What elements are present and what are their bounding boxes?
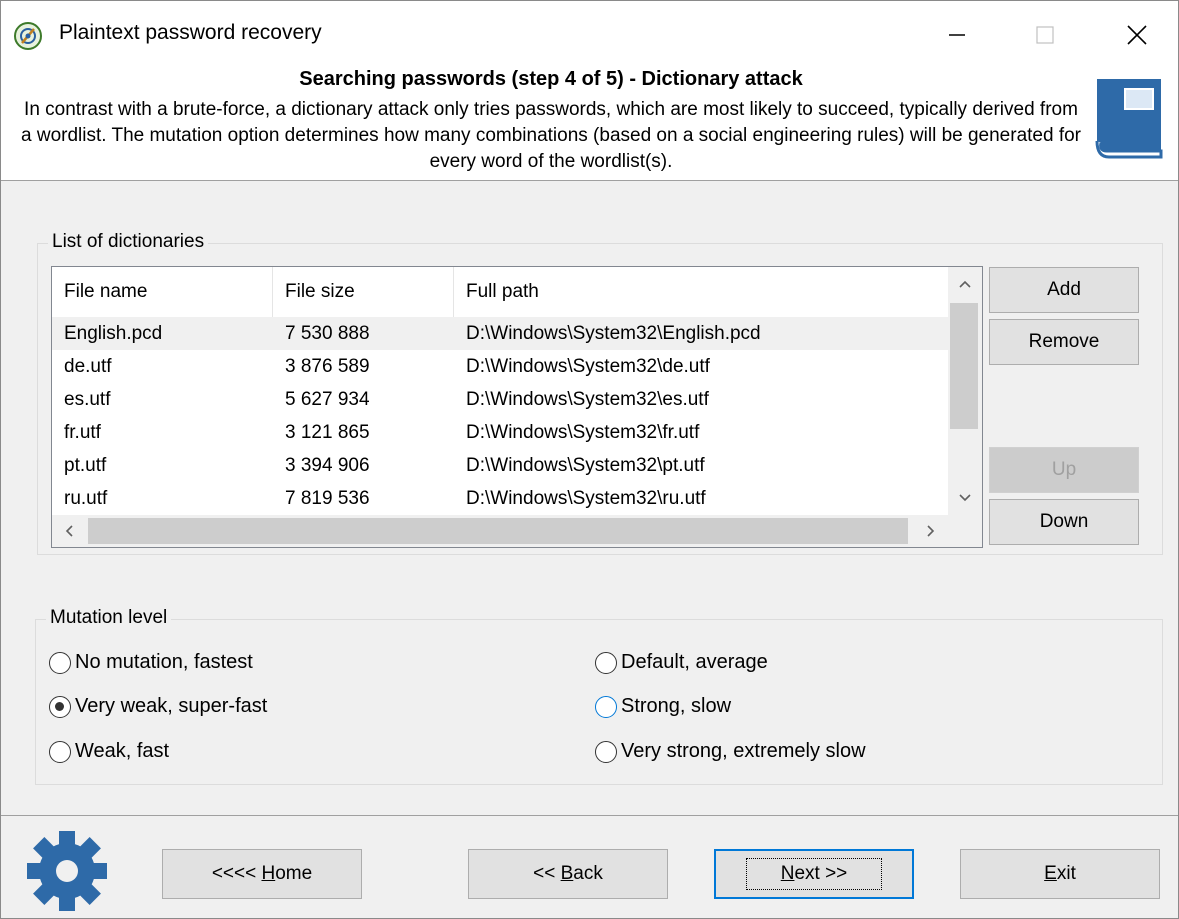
scroll-up-arrow-icon[interactable] <box>948 267 982 301</box>
cell-file-name: ru.utf <box>64 488 108 509</box>
close-icon <box>1127 25 1147 45</box>
minimize-button[interactable] <box>929 9 985 61</box>
table-row[interactable]: es.utf 5 627 934 D:\Windows\System32\es.… <box>52 383 948 416</box>
cell-file-name: pt.utf <box>64 455 107 476</box>
cell-full-path: D:\Windows\System32\English.pcd <box>466 323 761 344</box>
minimize-icon <box>949 34 965 36</box>
table-row[interactable]: ru.utf 7 819 536 D:\Windows\System32\ru.… <box>52 482 948 515</box>
radio-button-checked-icon <box>49 695 71 718</box>
radio-very-strong[interactable]: Very strong, extremely slow <box>595 740 866 763</box>
step-header: Searching passwords (step 4 of 5) - Dict… <box>1 61 1178 181</box>
cell-full-path: D:\Windows\System32\fr.utf <box>466 422 700 443</box>
cell-file-name: fr.utf <box>64 422 101 443</box>
exit-button-accesskey: E <box>1044 863 1057 884</box>
app-icon <box>13 21 43 51</box>
scroll-left-arrow-icon[interactable] <box>52 515 86 547</box>
table-row[interactable]: fr.utf 3 121 865 D:\Windows\System32\fr.… <box>52 416 948 449</box>
radio-label: Very weak, super-fast <box>75 695 268 717</box>
cell-full-path: D:\Windows\System32\pt.utf <box>466 455 705 476</box>
horizontal-scrollbar[interactable] <box>52 515 948 547</box>
gear-icon <box>23 827 111 915</box>
back-button-prefix: << <box>533 863 561 884</box>
radio-default[interactable]: Default, average <box>595 651 768 674</box>
radio-very-weak[interactable]: Very weak, super-fast <box>49 695 267 718</box>
cell-full-path: D:\Windows\System32\ru.utf <box>466 488 706 509</box>
horizontal-scroll-thumb[interactable] <box>88 518 908 544</box>
cell-full-path: D:\Windows\System32\es.utf <box>466 389 709 410</box>
radio-label: No mutation, fastest <box>75 651 253 673</box>
home-button-rest: ome <box>275 863 313 884</box>
remove-button[interactable]: Remove <box>989 319 1139 365</box>
maximize-icon <box>1036 26 1054 44</box>
vertical-scrollbar[interactable] <box>948 267 982 515</box>
step-title: Searching passwords (step 4 of 5) - Dict… <box>299 68 803 90</box>
window-title: Plaintext password recovery <box>59 21 322 44</box>
focus-ring: Next >> <box>745 858 883 890</box>
radio-label: Strong, slow <box>621 695 732 717</box>
radio-label: Weak, fast <box>75 740 170 762</box>
scroll-right-arrow-icon[interactable] <box>914 515 948 547</box>
mutation-legend: Mutation level <box>46 607 172 629</box>
cell-full-path: D:\Windows\System32\de.utf <box>466 356 710 377</box>
back-button-rest: ack <box>573 863 603 884</box>
radio-button-icon <box>49 740 71 763</box>
cell-file-name: de.utf <box>64 356 112 377</box>
move-down-button[interactable]: Down <box>989 499 1139 545</box>
title-bar: Plaintext password recovery <box>1 1 1178 69</box>
table-row[interactable]: English.pcd 7 530 888 D:\Windows\System3… <box>52 317 948 350</box>
list-header: File name File size Full path <box>52 267 948 317</box>
radio-button-icon <box>595 651 617 674</box>
next-button-accesskey: N <box>780 863 795 884</box>
cell-file-size: 7 530 888 <box>285 323 370 344</box>
table-row[interactable]: pt.utf 3 394 906 D:\Windows\System32\pt.… <box>52 449 948 482</box>
exit-button[interactable]: Exit <box>960 849 1160 899</box>
radio-weak[interactable]: Weak, fast <box>49 740 169 763</box>
next-button[interactable]: Next >> <box>714 849 914 899</box>
radio-strong[interactable]: Strong, slow <box>595 695 731 718</box>
table-row[interactable]: de.utf 3 876 589 D:\Windows\System32\de.… <box>52 350 948 383</box>
close-button[interactable] <box>1109 9 1165 61</box>
add-button[interactable]: Add <box>989 267 1139 313</box>
dictionaries-legend: List of dictionaries <box>48 231 209 253</box>
home-button-prefix: <<<< <box>211 863 262 884</box>
radio-button-icon <box>595 740 617 763</box>
move-up-button[interactable]: Up <box>989 447 1139 493</box>
scroll-down-arrow-icon[interactable] <box>948 481 982 515</box>
radio-button-icon <box>49 651 71 674</box>
dictionary-list[interactable]: File name File size Full path English.pc… <box>51 266 983 548</box>
step-description: In contrast with a brute-force, a dictio… <box>21 99 1082 172</box>
cell-file-name: English.pcd <box>64 323 163 344</box>
back-button[interactable]: << Back <box>468 849 668 899</box>
cell-file-name: es.utf <box>64 389 111 410</box>
book-icon <box>1089 75 1165 161</box>
radio-no-mutation[interactable]: No mutation, fastest <box>49 651 253 674</box>
cell-file-size: 3 394 906 <box>285 455 370 476</box>
home-button-accesskey: H <box>261 863 276 884</box>
cell-file-size: 7 819 536 <box>285 488 370 509</box>
home-button[interactable]: <<<< Home <box>162 849 362 899</box>
cell-file-size: 3 121 865 <box>285 422 370 443</box>
exit-button-rest: xit <box>1056 863 1076 884</box>
maximize-button[interactable] <box>1017 9 1073 61</box>
footer-separator <box>1 815 1178 816</box>
column-header-file-size[interactable]: File size <box>273 267 454 317</box>
vertical-scroll-thumb[interactable] <box>950 303 978 429</box>
cell-file-size: 3 876 589 <box>285 356 370 377</box>
radio-label: Very strong, extremely slow <box>621 740 866 762</box>
next-button-rest: ext >> <box>794 863 848 884</box>
radio-label: Default, average <box>621 651 768 673</box>
column-header-full-path[interactable]: Full path <box>454 267 948 317</box>
list-body: English.pcd 7 530 888 D:\Windows\System3… <box>52 317 948 517</box>
column-header-file-name[interactable]: File name <box>52 267 273 317</box>
cell-file-size: 5 627 934 <box>285 389 370 410</box>
scroll-corner <box>948 515 982 547</box>
main-window: Plaintext password recovery Searching pa… <box>0 0 1179 919</box>
radio-button-icon <box>595 695 617 718</box>
back-button-accesskey: B <box>560 863 574 884</box>
